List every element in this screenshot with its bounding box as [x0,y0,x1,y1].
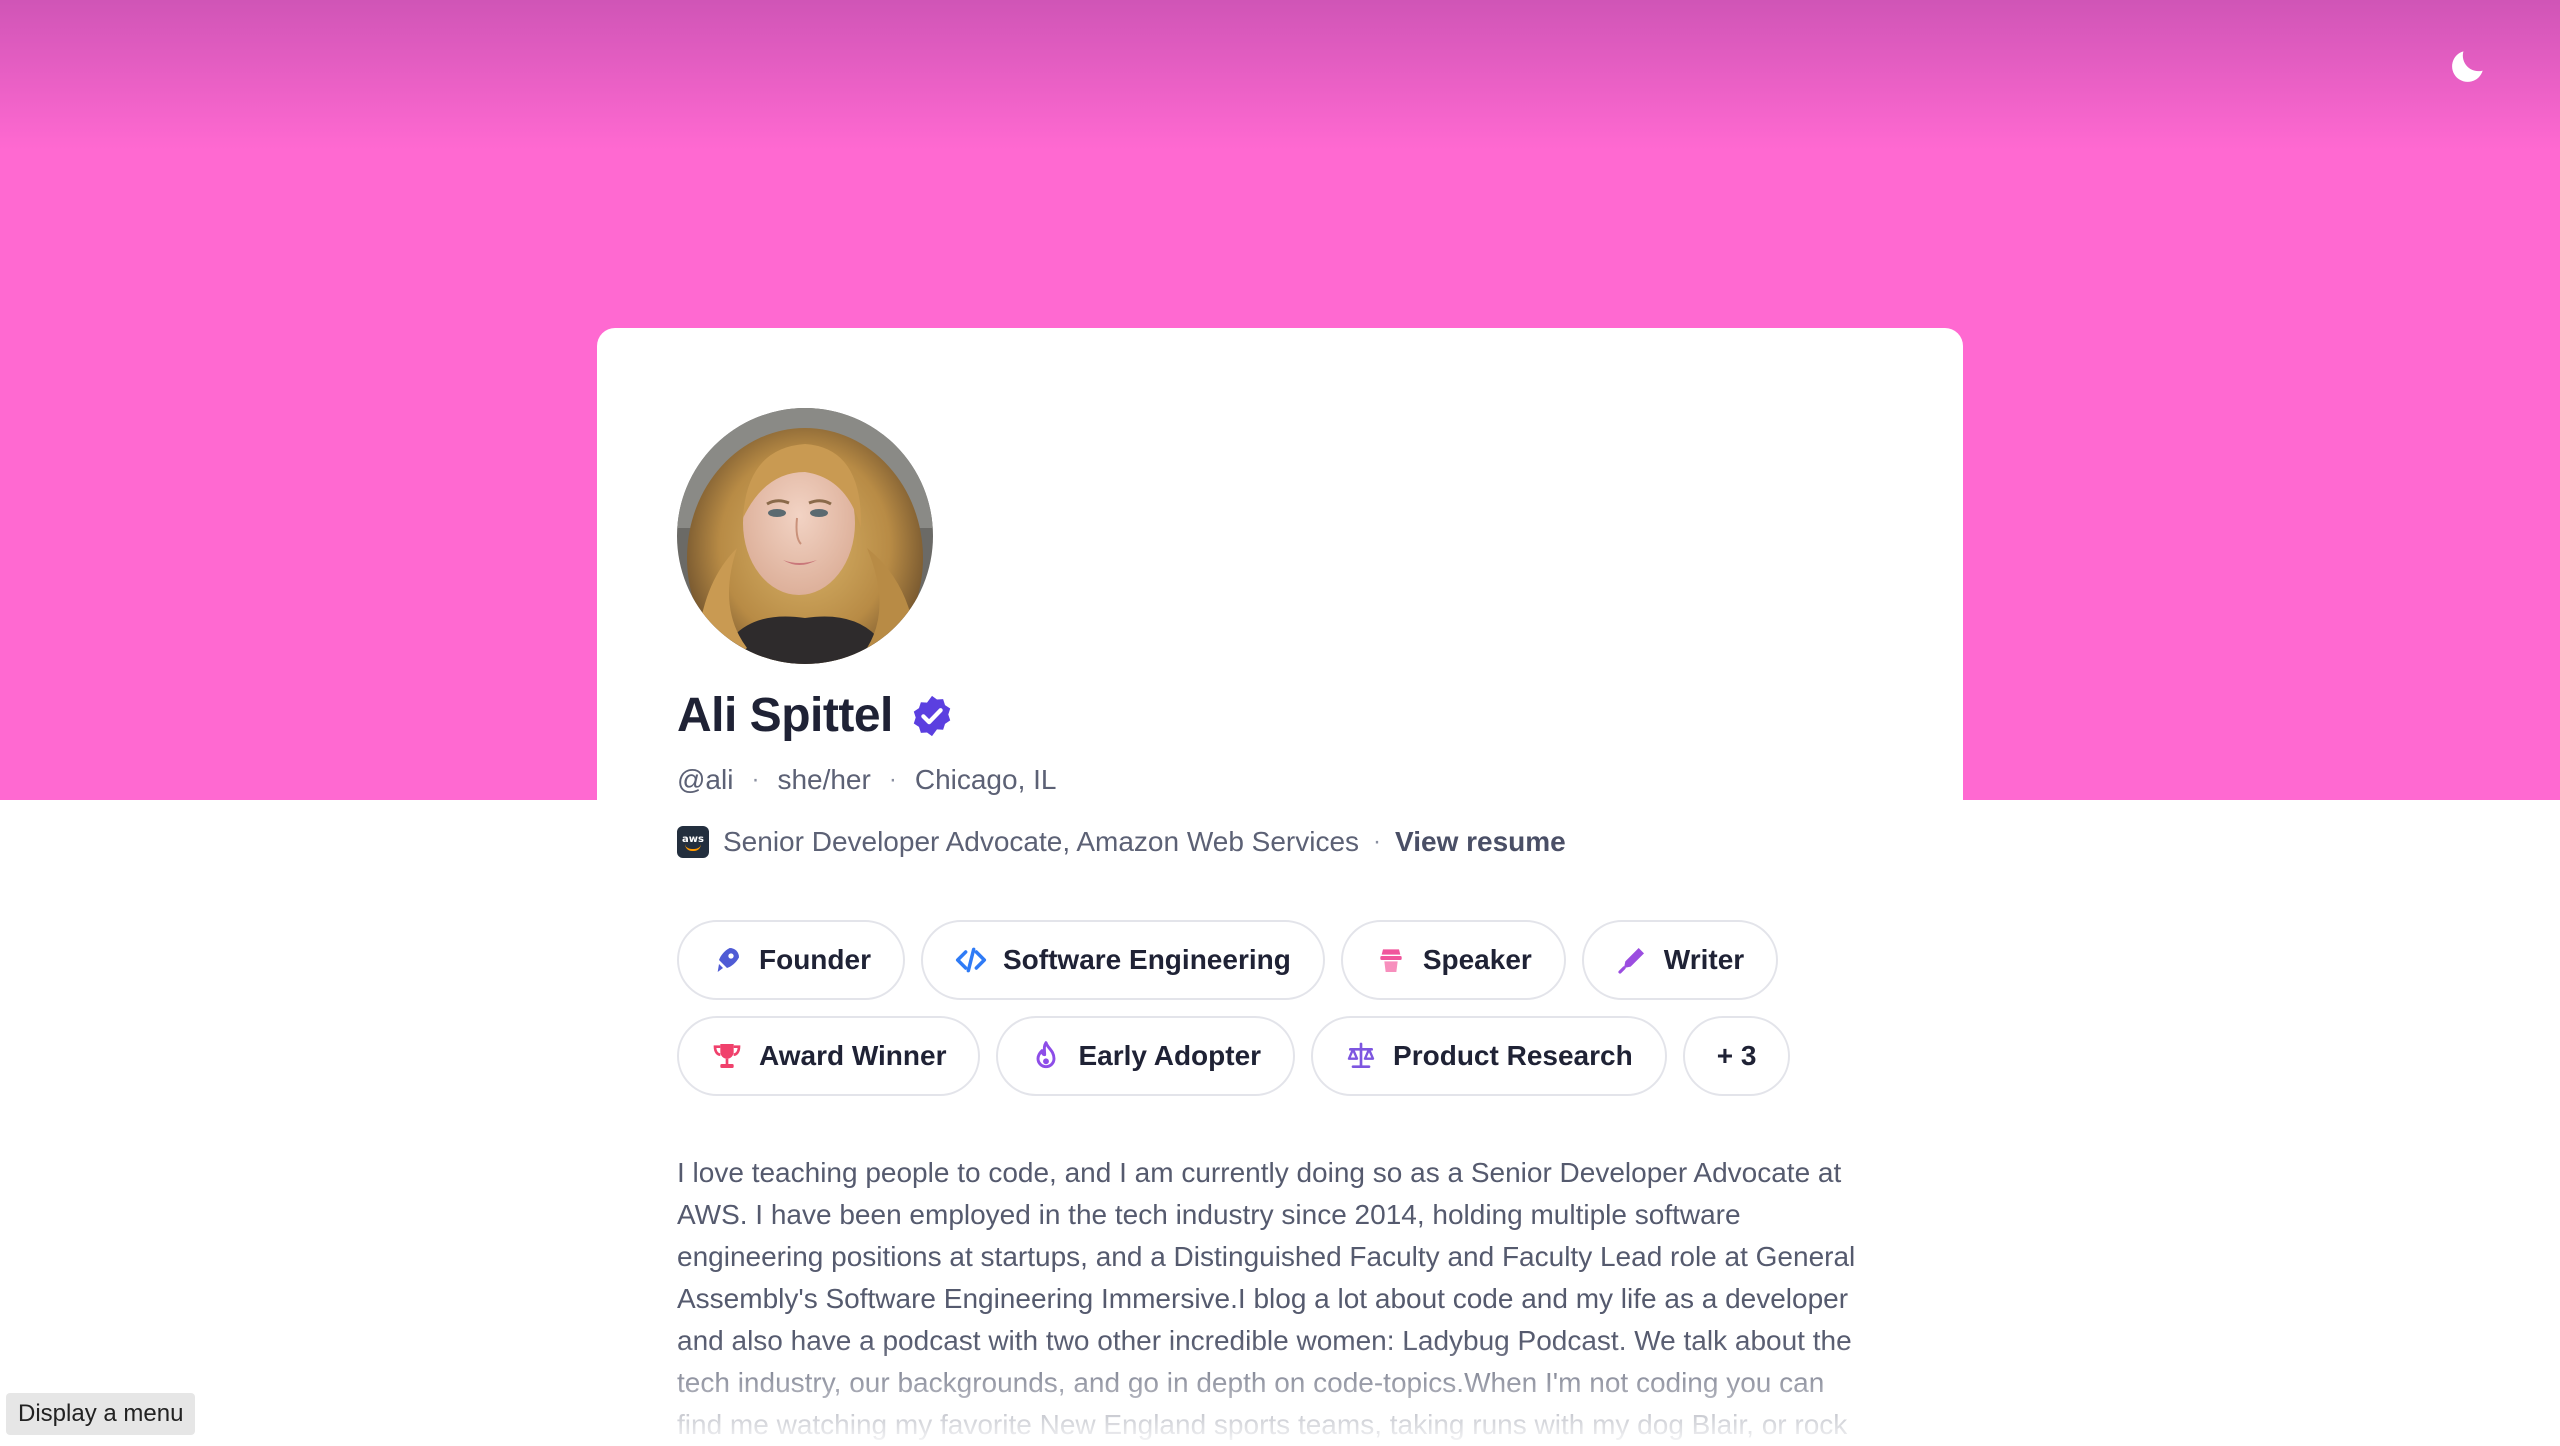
tag-early-adopter[interactable]: Early Adopter [996,1016,1296,1096]
tag-speaker[interactable]: Speaker [1340,920,1566,1000]
rocket-icon [717,948,739,972]
verified-badge-icon [913,695,951,736]
profile-name: Ali Spittel [677,689,893,742]
moon-icon [2452,51,2483,82]
profile-meta: @ali · she/her · Chicago, IL [677,764,1056,796]
code-icon [955,947,987,973]
name-row: Ali Spittel [677,688,955,743]
tag-row: Award Winner Early Adopter Product Resea… [677,1016,1857,1096]
tag-label: Award Winner [759,1040,947,1071]
banner-shade [0,0,2560,150]
profile-card: Ali Spittel @ali · she/her · Chicago, IL… [597,328,1963,1440]
view-resume-link[interactable]: View resume [1395,826,1566,858]
job-row: aws Senior Developer Advocate, Amazon We… [677,826,1566,858]
dark-mode-toggle[interactable] [2446,44,2490,88]
aws-logo-text: aws [682,833,704,845]
meta-separator: · [888,766,897,793]
profile-location: Chicago, IL [914,764,1057,795]
tag-label: Founder [759,944,871,975]
tag-label: Writer [1663,944,1745,975]
flame-icon [1037,1041,1056,1069]
tag-more-label: + 3 [1716,1040,1757,1071]
aws-logo: aws [677,826,709,858]
tag-label: Speaker [1422,944,1532,975]
aws-smile [685,844,701,851]
profile-bio: I love teaching people to code, and I am… [677,1157,1856,1440]
tag-founder[interactable]: Founder [677,920,905,1000]
avatar [677,408,933,664]
profile-pronouns: she/her [777,764,871,795]
profile-handle: @ali [677,764,734,795]
tag-label: Software Engineering [1003,944,1291,975]
display-menu-button[interactable]: Display a menu [6,1393,196,1435]
tag-more-button[interactable]: + 3 [1682,1016,1791,1096]
tag-award-winner[interactable]: Award Winner [677,1016,981,1096]
podium-icon [1380,949,1402,972]
tag-row: Founder Software Engineering Speaker Wri… [677,920,1857,1000]
tag-software-engineering[interactable]: Software Engineering [921,920,1325,1000]
pen-icon [1618,948,1644,974]
tag-label: Product Research [1393,1040,1633,1071]
scales-icon [1347,1042,1375,1068]
tag-list: Founder Software Engineering Speaker Wri… [677,920,1857,1112]
meta-separator: · [751,766,760,793]
avatar-photo [677,408,933,664]
tag-product-research[interactable]: Product Research [1311,1016,1667,1096]
trophy-icon [713,1044,741,1068]
job-title: Senior Developer Advocate, Amazon Web Se… [723,826,1360,857]
tag-writer[interactable]: Writer [1581,920,1779,1000]
tag-label: Early Adopter [1078,1040,1262,1071]
job-separator: · [1373,828,1382,855]
